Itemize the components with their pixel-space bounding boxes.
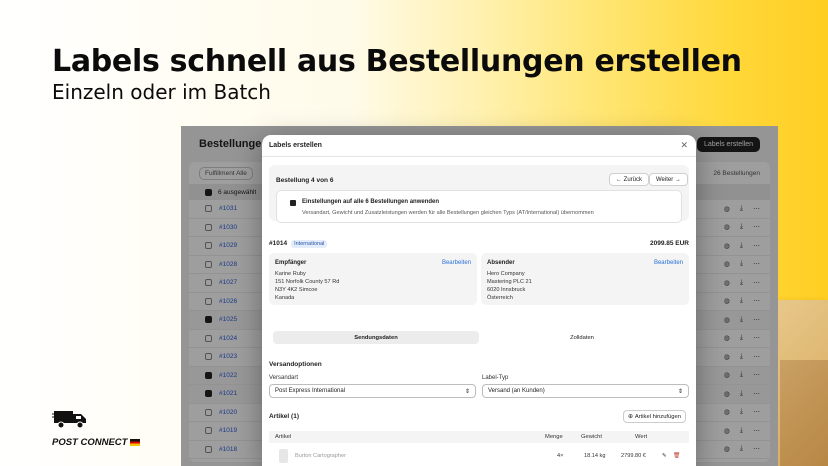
recipient-line3: Kanada <box>275 295 295 301</box>
sender-line3: Österreich <box>487 295 513 301</box>
order-position: Bestellung 4 von 6 <box>276 177 334 184</box>
shipping-method-select[interactable]: Post Express International ⇕ <box>269 384 476 398</box>
trash-icon[interactable]: 🗑 <box>673 453 680 459</box>
sender-line2: 6020 Innsbruck <box>487 287 526 293</box>
article-row: Burton Cartographer 4× 18.14 kg 2799.80 … <box>269 446 689 466</box>
add-article-label: Artikel hinzufügen <box>634 413 681 420</box>
recipient-heading: Empfänger <box>275 260 307 266</box>
col-article: Artikel <box>275 434 292 440</box>
order-id: #1014 <box>269 240 288 247</box>
tab-sendungsdaten[interactable]: Sendungsdaten <box>273 331 479 344</box>
label-type-value: Versand (an Kunden) <box>488 388 545 394</box>
plus-circle-icon: ⊕ <box>628 413 633 420</box>
recipient-card: Empfänger Bearbeiten Karine Ruby 151 Norf… <box>269 253 477 305</box>
order-navigation: Bestellung 4 von 6 ← Zurück Weiter → Ein… <box>269 165 689 223</box>
apply-all-label: Einstellungen auf alle 6 Bestellungen an… <box>302 199 440 205</box>
edit-recipient-link[interactable]: Bearbeiten <box>442 260 471 266</box>
edit-icon[interactable]: ✎ <box>662 453 667 459</box>
create-labels-modal: Labels erstellen ✕ Bestellung 4 von 6 ← … <box>262 135 696 466</box>
sender-card: Absender Bearbeiten Hero Company Masterin… <box>481 253 689 305</box>
add-article-button[interactable]: ⊕ Artikel hinzufügen <box>623 410 686 423</box>
post-connect-logo: POST CONNECT <box>52 408 172 448</box>
edit-sender-link[interactable]: Bearbeiten <box>654 260 683 266</box>
recipient-line1: 151 Norfolk County 57 Rd <box>275 279 340 285</box>
articles-table-header: Artikel Menge Gewicht Wert <box>269 431 689 443</box>
hero-subtitle: Einzeln oder im Batch <box>52 80 271 104</box>
modal-tabs: Sendungsdaten Zolldaten <box>273 331 685 344</box>
col-value: Wert <box>635 434 648 440</box>
recipient-name: Karine Ruby <box>275 271 306 277</box>
apply-all-checkbox[interactable] <box>290 200 296 206</box>
sender-name: Hero Company <box>487 271 525 277</box>
apply-all-description: Versandart, Gewicht und Zusatzleistungen… <box>302 210 594 216</box>
shipping-options-heading: Versandoptionen <box>269 361 322 368</box>
back-button[interactable]: ← Zurück <box>609 173 650 186</box>
label-type-label: Label-Typ <box>482 375 509 381</box>
article-value: 2799.80 € <box>621 453 646 459</box>
articles-heading: Artikel (1) <box>269 413 299 420</box>
tab-zolldaten[interactable]: Zolldaten <box>479 331 685 344</box>
shipping-method-value: Post Express International <box>275 388 346 394</box>
article-weight: 18.14 kg <box>584 453 606 459</box>
modal-title: Labels erstellen <box>269 142 322 149</box>
logo-text: POST CONNECT <box>52 437 128 448</box>
sender-heading: Absender <box>487 260 515 266</box>
article-qty: 4× <box>557 453 564 459</box>
parcel-decoration-2 <box>780 360 828 466</box>
international-badge: International <box>291 240 328 248</box>
shipping-method-label: Versandart <box>269 375 299 381</box>
next-button[interactable]: Weiter → <box>649 173 688 186</box>
close-icon[interactable]: ✕ <box>680 140 688 151</box>
apply-all-box: Einstellungen auf alle 6 Bestellungen an… <box>276 190 682 223</box>
col-weight: Gewicht <box>581 434 602 440</box>
chevron-updown-icon: ⇕ <box>464 388 470 395</box>
label-type-select[interactable]: Versand (an Kunden) ⇕ <box>482 384 689 398</box>
sender-line1: Mastering PLC 21 <box>487 279 532 285</box>
order-total: 2099.85 EUR <box>649 240 689 247</box>
recipient-line2: N3Y 4K2 Simcoe <box>275 287 318 293</box>
austria-flag-icon <box>130 439 141 446</box>
article-thumbnail <box>279 449 288 463</box>
col-qty: Menge <box>545 434 563 440</box>
chevron-updown-icon: ⇕ <box>677 388 683 395</box>
hero-title: Labels schnell aus Bestellungen erstelle… <box>52 44 742 79</box>
truck-icon <box>52 411 86 429</box>
article-name: Burton Cartographer <box>295 453 346 459</box>
